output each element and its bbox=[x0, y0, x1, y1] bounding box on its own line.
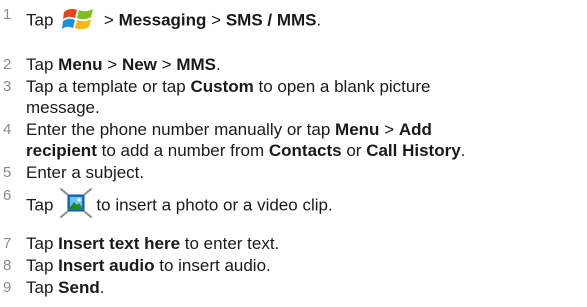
step-text: Enter the phone number manually or tap M… bbox=[26, 120, 466, 160]
step-number: 7 bbox=[3, 235, 12, 252]
step-number: 8 bbox=[3, 257, 12, 274]
step-text: Tap Insert audio to insert audio. bbox=[26, 256, 271, 275]
step-text: Enter a subject. bbox=[26, 163, 145, 182]
step-text: Tap > Messaging > SMS / MMS. bbox=[26, 8, 582, 34]
step-number: 6 bbox=[3, 187, 12, 204]
step-text: Tap Send. bbox=[26, 278, 105, 297]
step-text: Tap Menu > New > MMS. bbox=[26, 55, 221, 74]
step-number: 9 bbox=[3, 279, 12, 296]
step-text: Tap a template or tap Custom to open a b… bbox=[26, 77, 431, 117]
step-number: 4 bbox=[3, 121, 12, 138]
step-number: 2 bbox=[3, 56, 12, 73]
step-number: 1 bbox=[3, 6, 12, 23]
step-number: 3 bbox=[3, 78, 12, 95]
windows-start-icon bbox=[62, 6, 95, 32]
step-number: 5 bbox=[3, 164, 12, 181]
step-text: Tap to insert a photo or a video clip. bbox=[26, 187, 582, 222]
insert-picture-icon bbox=[59, 187, 93, 219]
step-text: Tap Insert text here to enter text. bbox=[26, 234, 280, 253]
